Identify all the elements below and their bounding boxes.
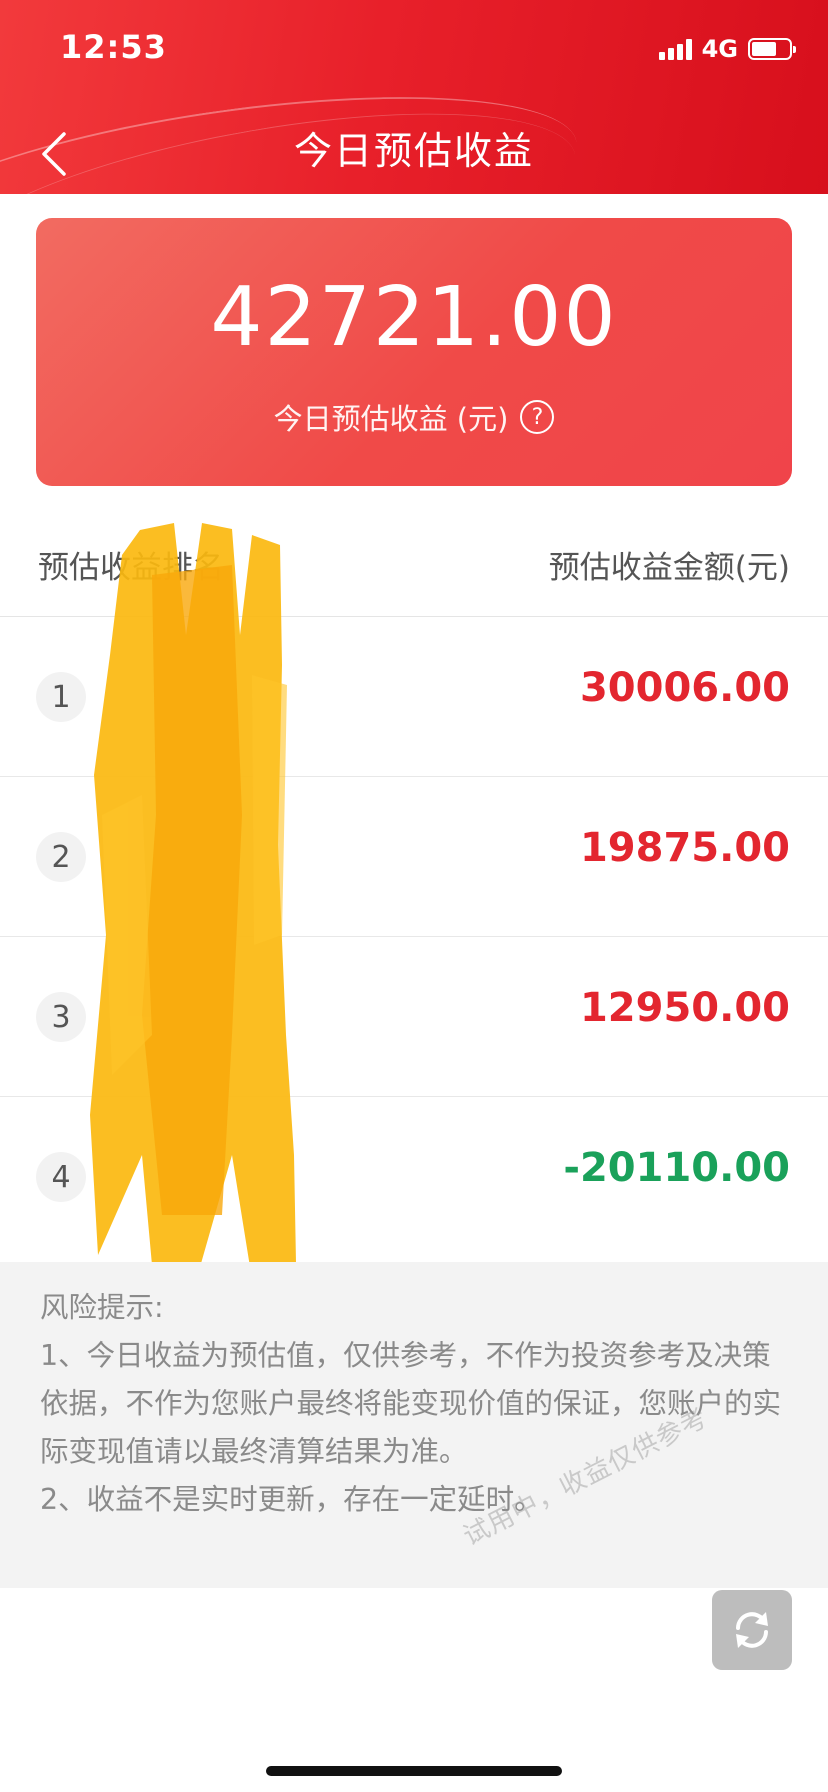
- summary-label-row: 今日预估收益 (元) ?: [36, 396, 792, 438]
- rank-badge: 3: [36, 992, 86, 1042]
- signal-icon: [658, 38, 692, 60]
- refresh-icon: [736, 1612, 768, 1648]
- page-title: 今日预估收益: [293, 129, 534, 173]
- summary-label: 今日预估收益 (元): [273, 402, 509, 436]
- risk-notice-item: 1、今日收益为预估值，仅供参考，不作为投资参考及决策依据，不作为您账户最终将能变…: [40, 1339, 782, 1468]
- status-icons: 4G: [658, 34, 796, 64]
- rank-badge: 2: [36, 832, 86, 882]
- row-amount: -20110.00: [563, 1145, 790, 1191]
- home-indicator: [266, 1766, 562, 1776]
- table-header: 预估收益排名 预估收益金额(元): [0, 520, 828, 617]
- question-circle-icon[interactable]: ?: [520, 400, 555, 434]
- table-row[interactable]: 4 -20110.00: [0, 1097, 828, 1257]
- table-row[interactable]: 2 19875.00: [0, 777, 828, 937]
- table-row[interactable]: 1 30006.00: [0, 617, 828, 777]
- risk-notice-title: 风险提示:: [40, 1291, 164, 1324]
- status-time: 12:53: [60, 28, 167, 66]
- risk-notice-item: 2、收益不是实时更新，存在一定延时。: [40, 1483, 543, 1516]
- rank-badge: 1: [36, 672, 86, 722]
- row-amount: 30006.00: [579, 665, 790, 711]
- table-row[interactable]: 3 12950.00: [0, 937, 828, 1097]
- header-bar: 12:53 4G 今日预估收益: [0, 0, 828, 194]
- rank-badge: 4: [36, 1152, 86, 1202]
- row-amount: 12950.00: [579, 985, 790, 1031]
- amount-column-header: 预估收益金额(元): [548, 550, 790, 586]
- refresh-button[interactable]: [712, 1590, 792, 1670]
- row-amount: 19875.00: [579, 825, 790, 871]
- summary-card: 42721.00 今日预估收益 (元) ?: [36, 218, 792, 486]
- battery-icon: [748, 38, 796, 60]
- risk-notice-text: 风险提示: 1、今日收益为预估值，仅供参考，不作为投资参考及决策依据，不作为您账…: [40, 1284, 792, 1524]
- rank-column-header: 预估收益排名: [38, 550, 224, 586]
- total-estimated-earnings: 42721.00: [210, 270, 618, 365]
- network-label: 4G: [701, 35, 738, 63]
